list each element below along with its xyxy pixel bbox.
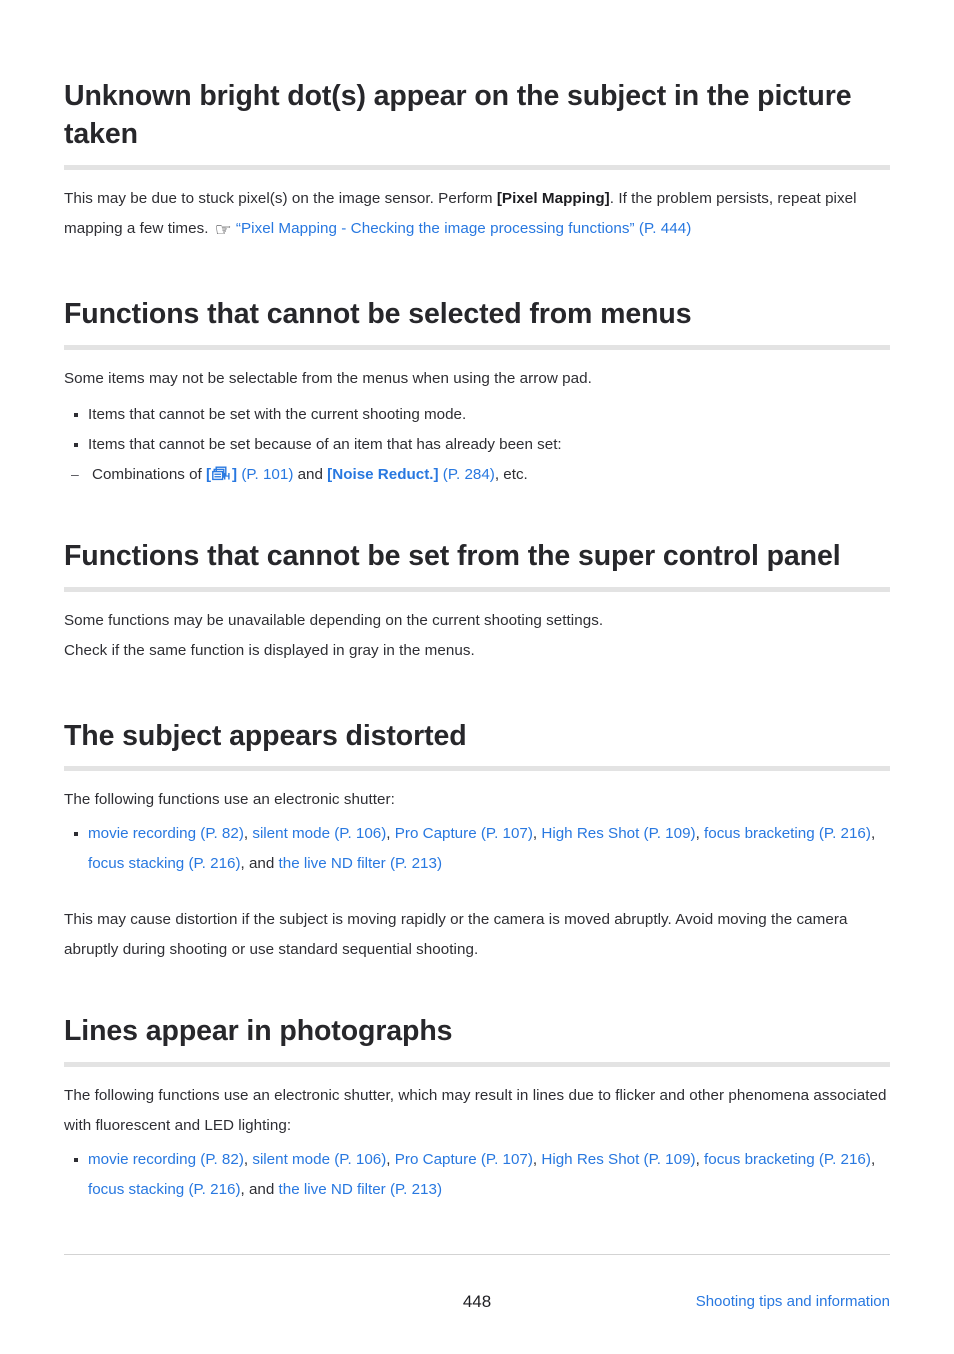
list-item: Items that cannot be set because of an i…	[64, 430, 890, 460]
list-item: Items that cannot be set with the curren…	[64, 400, 890, 430]
high-res-shot-link[interactable]: High Res Shot (P. 109)	[541, 825, 695, 842]
bracket-open: [	[205, 465, 212, 483]
sep: ,	[695, 825, 705, 843]
manual-page: Unknown bright dot(s) appear on the subj…	[0, 0, 954, 1354]
list-item: movie recording (P. 82), silent mode (P.…	[64, 1145, 890, 1205]
distorted-intro-text: The following functions use an electroni…	[64, 791, 395, 809]
heading-super-control-panel: Functions that cannot be set from the su…	[64, 539, 841, 572]
section-subject-distorted: The subject appears distorted The follow…	[64, 718, 890, 966]
sep: ,	[870, 1151, 876, 1169]
page-ref-284-link[interactable]: (P. 284)	[439, 466, 495, 483]
lines-functions-list: movie recording (P. 82), silent mode (P.…	[64, 1145, 890, 1205]
distorted-functions-list: movie recording (P. 82), silent mode (P.…	[64, 819, 890, 879]
lines-intro-text: The following functions use an electroni…	[64, 1087, 887, 1135]
noise-reduct-link[interactable]: [Noise Reduct.]	[327, 466, 438, 483]
pointing-hand-icon: ☞	[214, 219, 232, 241]
svg-text:H: H	[223, 471, 230, 482]
pro-capture-link[interactable]: Pro Capture (P. 107)	[395, 825, 533, 842]
sep: ,	[386, 1151, 395, 1169]
pro-capture-link[interactable]: Pro Capture (P. 107)	[395, 1151, 533, 1168]
live-nd-filter-link[interactable]: the live ND filter (P. 213)	[279, 1181, 442, 1198]
silent-mode-link[interactable]: silent mode (P. 106)	[252, 825, 386, 842]
etc-text: , etc.	[494, 465, 528, 483]
sequential-shooting-high-icon: H	[212, 466, 231, 483]
heading-subject-distorted: The subject appears distorted	[64, 719, 467, 752]
focus-bracketing-link[interactable]: focus bracketing (P. 216)	[704, 825, 871, 842]
sep: ,	[870, 825, 876, 843]
menus-intro-text: Some items may not be selectable from th…	[64, 369, 592, 387]
section-lines-in-photographs: Lines appear in photographs The followin…	[64, 1013, 890, 1205]
heading-lines-in-photographs: Lines appear in photographs	[64, 1015, 453, 1048]
movie-recording-link[interactable]: movie recording (P. 82)	[88, 825, 244, 842]
section-functions-not-selectable-menus: Functions that cannot be selected from m…	[64, 296, 890, 490]
focus-bracketing-link[interactable]: focus bracketing (P. 216)	[704, 1151, 871, 1168]
silent-mode-link[interactable]: silent mode (P. 106)	[252, 1151, 386, 1168]
focus-stacking-link[interactable]: focus stacking (P. 216)	[88, 1181, 241, 1198]
focus-stacking-link[interactable]: focus stacking (P. 216)	[88, 855, 241, 872]
distorted-outro-text: This may cause distortion if the subject…	[64, 911, 848, 959]
menus-bullet-list: Items that cannot be set with the curren…	[64, 400, 890, 460]
high-res-shot-link[interactable]: High Res Shot (P. 109)	[541, 1151, 695, 1168]
sep: ,	[695, 1151, 705, 1169]
scp-line-2: Check if the same function is displayed …	[64, 641, 475, 659]
menus-sub-bullet-list: Combinations of [H] (P. 101) and [Noise …	[64, 459, 890, 490]
bright-dots-paragraph: This may be due to stuck pixel(s) on the…	[64, 184, 890, 244]
footer-chapter-link[interactable]: Shooting tips and information	[696, 1288, 890, 1316]
bright-dots-text-1: This may be due to stuck pixel(s) on the…	[64, 189, 497, 207]
pixel-mapping-menu-label: [Pixel Mapping]	[496, 189, 610, 207]
footer-divider	[64, 1254, 890, 1255]
page-title: Unknown bright dot(s) appear on the subj…	[64, 80, 852, 150]
section-bright-dots: Unknown bright dot(s) appear on the subj…	[64, 78, 890, 244]
list-item: Combinations of [H] (P. 101) and [Noise …	[64, 459, 890, 490]
list-item: movie recording (P. 82), silent mode (P.…	[64, 819, 890, 879]
scp-line-1: Some functions may be unavailable depend…	[64, 611, 604, 629]
and-text: and	[293, 465, 328, 483]
page-footer: 448 Shooting tips and information	[64, 1288, 890, 1318]
heading-functions-not-selectable: Functions that cannot be selected from m…	[64, 297, 692, 330]
sep: ,	[386, 825, 395, 843]
page-ref-101-link[interactable]: (P. 101)	[237, 466, 293, 483]
pixel-mapping-reference-link[interactable]: “Pixel Mapping - Checking the image proc…	[236, 220, 692, 237]
combinations-text: Combinations of	[92, 465, 206, 483]
live-nd-filter-link[interactable]: the live ND filter (P. 213)	[279, 855, 442, 872]
movie-recording-link[interactable]: movie recording (P. 82)	[88, 1151, 244, 1168]
sep: , and	[240, 1181, 279, 1199]
sep: , and	[240, 855, 279, 873]
section-super-control-panel: Functions that cannot be set from the su…	[64, 538, 890, 666]
